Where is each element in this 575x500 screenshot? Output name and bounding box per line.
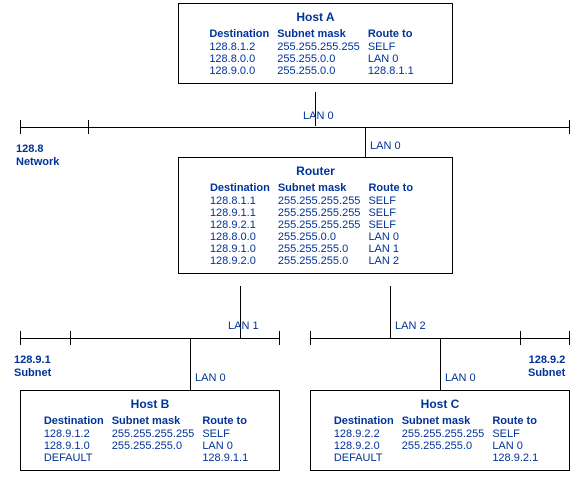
connector-line <box>190 339 191 391</box>
table-row: 128.9.1.0255.255.255.0LAN 1 <box>210 243 421 255</box>
bus-tick <box>310 331 311 345</box>
table-row: 128.9.2.2255.255.255.255SELF <box>334 428 546 440</box>
col-destination: Destination <box>334 415 402 428</box>
col-route-to: Route to <box>368 28 422 41</box>
col-route-to: Route to <box>492 415 546 428</box>
col-subnet-mask: Subnet mask <box>278 182 369 195</box>
col-subnet-mask: Subnet mask <box>112 415 203 428</box>
bus-line <box>20 127 570 128</box>
bus-tick <box>279 331 280 345</box>
table-row: 128.8.0.0255.255.0.0LAN 0 <box>210 231 421 243</box>
lan-label: LAN 2 <box>395 320 426 332</box>
subnet-label: 128.9.2 Subnet <box>528 354 565 380</box>
table-header-row: Destination Subnet mask Route to <box>44 415 256 428</box>
lan-label: LAN 1 <box>228 320 259 332</box>
router-box: Router Destination Subnet mask Route to … <box>178 157 453 274</box>
bus-tick <box>20 331 21 345</box>
col-subnet-mask: Subnet mask <box>277 28 368 41</box>
table-header-row: Destination Subnet mask Route to <box>334 415 546 428</box>
col-route-to: Route to <box>202 415 256 428</box>
table-row: 128.9.0.0255.255.0.0128.8.1.1 <box>209 65 421 77</box>
bus-tick <box>20 120 21 134</box>
host-a-table: Destination Subnet mask Route to 128.8.1… <box>209 28 421 77</box>
lan-label: LAN 0 <box>445 372 476 384</box>
bus-tick <box>569 331 570 345</box>
table-header-row: Destination Subnet mask Route to <box>209 28 421 41</box>
table-row: 128.9.1.2255.255.255.255SELF <box>44 428 256 440</box>
bus-tick <box>88 120 89 134</box>
host-a-title: Host A <box>189 10 442 24</box>
table-row: 128.8.1.2255.255.255.255SELF <box>209 41 421 53</box>
bus-tick <box>520 331 521 345</box>
connector-line <box>390 286 391 338</box>
bus-tick <box>569 120 570 134</box>
col-route-to: Route to <box>368 182 421 195</box>
bus-line <box>20 338 280 339</box>
lan-label: LAN 0 <box>303 110 334 122</box>
lan-label: LAN 0 <box>370 140 401 152</box>
router-title: Router <box>189 164 442 178</box>
host-a-box: Host A Destination Subnet mask Route to … <box>178 3 453 84</box>
table-row: 128.9.2.1255.255.255.255SELF <box>210 219 421 231</box>
lan-label: LAN 0 <box>195 372 226 384</box>
table-row: 128.9.2.0255.255.255.0LAN 2 <box>210 255 421 267</box>
col-destination: Destination <box>210 182 278 195</box>
bus-tick <box>70 331 71 345</box>
host-c-table: Destination Subnet mask Route to 128.9.2… <box>334 415 546 464</box>
subnet-label: 128.9.1 Subnet <box>14 354 51 380</box>
connector-line <box>440 339 441 391</box>
host-b-title: Host B <box>31 397 269 411</box>
col-subnet-mask: Subnet mask <box>402 415 493 428</box>
network-label: 128.8 Network <box>16 143 59 169</box>
table-row: 128.8.1.1255.255.255.255SELF <box>210 195 421 207</box>
col-destination: Destination <box>44 415 112 428</box>
connector-line <box>365 128 366 158</box>
table-row: DEFAULT128.9.2.1 <box>334 452 546 464</box>
router-table: Destination Subnet mask Route to 128.8.1… <box>210 182 421 267</box>
table-row: 128.9.1.1255.255.255.255SELF <box>210 207 421 219</box>
host-c-title: Host C <box>321 397 559 411</box>
col-destination: Destination <box>209 28 277 41</box>
host-b-table: Destination Subnet mask Route to 128.9.1… <box>44 415 256 464</box>
table-row: 128.9.2.0255.255.255.0LAN 0 <box>334 440 546 452</box>
table-row: 128.9.1.0255.255.255.0LAN 0 <box>44 440 256 452</box>
host-c-box: Host C Destination Subnet mask Route to … <box>310 390 570 471</box>
table-header-row: Destination Subnet mask Route to <box>210 182 421 195</box>
table-row: DEFAULT128.9.1.1 <box>44 452 256 464</box>
table-row: 128.8.0.0255.255.0.0LAN 0 <box>209 53 421 65</box>
host-b-box: Host B Destination Subnet mask Route to … <box>20 390 280 471</box>
